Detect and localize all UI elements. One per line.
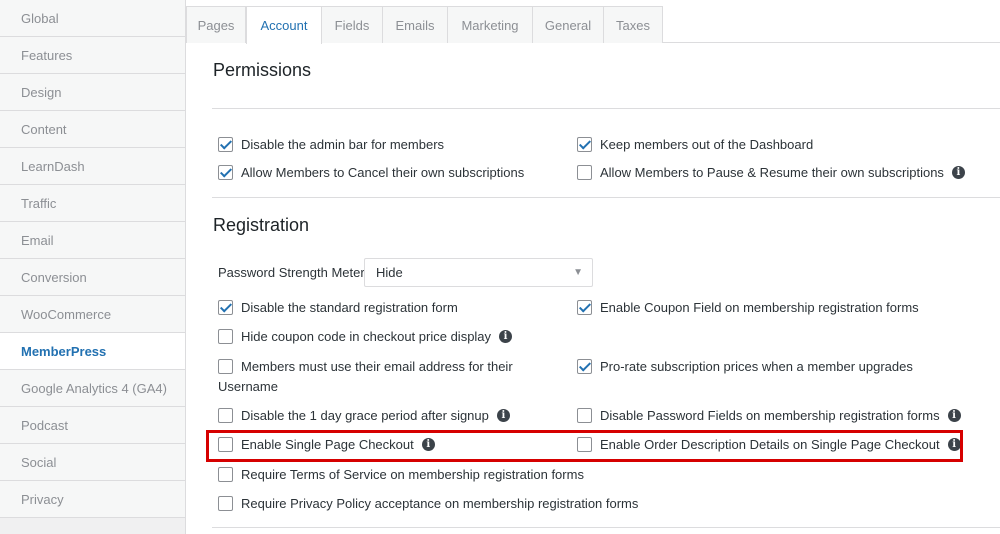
tab-fields[interactable]: Fields bbox=[321, 6, 383, 43]
checkbox[interactable] bbox=[218, 466, 233, 482]
option-allow-cancel[interactable]: Allow Members to Cancel their own subscr… bbox=[218, 162, 524, 182]
checkbox[interactable] bbox=[577, 407, 592, 423]
tab-emails[interactable]: Emails bbox=[382, 6, 448, 43]
option-label: Keep members out of the Dashboard bbox=[600, 136, 814, 152]
tab-pages[interactable]: Pages bbox=[186, 6, 246, 43]
option-label: Members must use their email address for… bbox=[241, 358, 513, 374]
divider bbox=[212, 197, 1000, 198]
info-icon[interactable]: i bbox=[947, 408, 961, 422]
option-disable-grace-period[interactable]: Disable the 1 day grace period after sig… bbox=[218, 405, 510, 425]
info-icon[interactable]: i bbox=[499, 329, 513, 343]
option-keep-members-out[interactable]: Keep members out of the Dashboard bbox=[577, 134, 813, 154]
checkbox[interactable] bbox=[218, 495, 233, 511]
checkbox[interactable] bbox=[218, 299, 233, 315]
sidebar-item-woocommerce[interactable]: WooCommerce bbox=[0, 296, 185, 333]
option-label: Allow Members to Cancel their own subscr… bbox=[241, 164, 525, 180]
option-label: Require Terms of Service on membership r… bbox=[241, 466, 584, 482]
option-label: Pro-rate subscription prices when a memb… bbox=[600, 358, 913, 374]
checkbox[interactable] bbox=[218, 136, 233, 152]
option-label: Enable Coupon Field on membership regist… bbox=[600, 299, 919, 315]
sidebar-item-memberpress[interactable]: MemberPress bbox=[0, 333, 185, 370]
checkbox[interactable] bbox=[218, 328, 233, 344]
sidebar-item-conversion[interactable]: Conversion bbox=[0, 259, 185, 296]
sidebar-item-social[interactable]: Social bbox=[0, 444, 185, 481]
tab-bar: Pages Account Fields Emails Marketing Ge… bbox=[186, 0, 1000, 44]
divider bbox=[212, 108, 1000, 109]
sidebar-item-global[interactable]: Global bbox=[0, 0, 185, 37]
checkbox[interactable] bbox=[218, 358, 233, 374]
checkbox[interactable] bbox=[577, 436, 592, 452]
sidebar-item-google-analytics[interactable]: Google Analytics 4 (GA4) bbox=[0, 370, 185, 407]
checkbox[interactable] bbox=[218, 436, 233, 452]
option-hide-coupon-code[interactable]: Hide coupon code in checkout price displ… bbox=[218, 326, 513, 346]
permissions-heading: Permissions bbox=[213, 60, 312, 80]
option-label: Enable Order Description Details on Sing… bbox=[600, 436, 940, 452]
registration-heading: Registration bbox=[213, 215, 310, 235]
checkbox[interactable] bbox=[577, 164, 592, 180]
option-label: Enable Single Page Checkout bbox=[241, 436, 414, 452]
sidebar-item-podcast[interactable]: Podcast bbox=[0, 407, 185, 444]
sidebar-item-design[interactable]: Design bbox=[0, 74, 185, 111]
option-require-privacy-policy[interactable]: Require Privacy Policy acceptance on mem… bbox=[218, 493, 638, 513]
checkbox[interactable] bbox=[577, 358, 592, 374]
password-meter-value: Hide bbox=[376, 265, 403, 280]
tab-marketing[interactable]: Marketing bbox=[447, 6, 533, 43]
settings-sidebar: Global Features Design Content LearnDash… bbox=[0, 0, 186, 534]
option-disable-standard-registration[interactable]: Disable the standard registration form bbox=[218, 297, 458, 317]
option-label: Hide coupon code in checkout price displ… bbox=[241, 328, 492, 344]
sidebar-item-privacy[interactable]: Privacy bbox=[0, 481, 185, 518]
info-icon[interactable]: i bbox=[496, 408, 510, 422]
option-label: Disable Password Fields on membership re… bbox=[600, 407, 940, 423]
info-icon[interactable]: i bbox=[421, 437, 435, 451]
divider bbox=[212, 527, 1000, 528]
option-require-terms[interactable]: Require Terms of Service on membership r… bbox=[218, 464, 584, 484]
option-label: Disable the 1 day grace period after sig… bbox=[241, 407, 489, 423]
option-prorate-subscriptions[interactable]: Pro-rate subscription prices when a memb… bbox=[577, 356, 913, 376]
info-icon[interactable]: i bbox=[947, 437, 961, 451]
option-enable-coupon-field[interactable]: Enable Coupon Field on membership regist… bbox=[577, 297, 919, 317]
tab-taxes[interactable]: Taxes bbox=[603, 6, 663, 43]
checkbox[interactable] bbox=[577, 136, 592, 152]
sidebar-item-traffic[interactable]: Traffic bbox=[0, 185, 185, 222]
option-label-line2: Username bbox=[218, 379, 278, 394]
password-meter-select[interactable]: Hide ▼ bbox=[364, 258, 593, 287]
sidebar-item-learndash[interactable]: LearnDash bbox=[0, 148, 185, 185]
sidebar-item-features[interactable]: Features bbox=[0, 37, 185, 74]
option-enable-order-description[interactable]: Enable Order Description Details on Sing… bbox=[577, 434, 961, 454]
sidebar-item-content[interactable]: Content bbox=[0, 111, 185, 148]
tab-account[interactable]: Account bbox=[246, 6, 322, 44]
option-enable-single-page-checkout[interactable]: Enable Single Page Checkout i bbox=[218, 434, 435, 454]
checkbox[interactable] bbox=[218, 407, 233, 423]
sidebar-item-email[interactable]: Email bbox=[0, 222, 185, 259]
checkbox[interactable] bbox=[577, 299, 592, 315]
chevron-down-icon: ▼ bbox=[573, 267, 583, 278]
option-label: Disable the admin bar for members bbox=[241, 136, 445, 152]
info-icon[interactable]: i bbox=[951, 165, 965, 179]
checkbox[interactable] bbox=[218, 164, 233, 180]
option-allow-pause-resume[interactable]: Allow Members to Pause & Resume their ow… bbox=[577, 162, 965, 182]
option-label: Disable the standard registration form bbox=[241, 299, 458, 315]
option-email-as-username[interactable]: Members must use their email address for… bbox=[218, 356, 513, 376]
option-disable-admin-bar[interactable]: Disable the admin bar for members bbox=[218, 134, 444, 154]
option-label: Allow Members to Pause & Resume their ow… bbox=[600, 164, 944, 180]
option-label: Require Privacy Policy acceptance on mem… bbox=[241, 495, 639, 511]
option-disable-password-fields[interactable]: Disable Password Fields on membership re… bbox=[577, 405, 961, 425]
password-meter-label: Password Strength Meter bbox=[218, 265, 365, 280]
tab-general[interactable]: General bbox=[532, 6, 604, 43]
